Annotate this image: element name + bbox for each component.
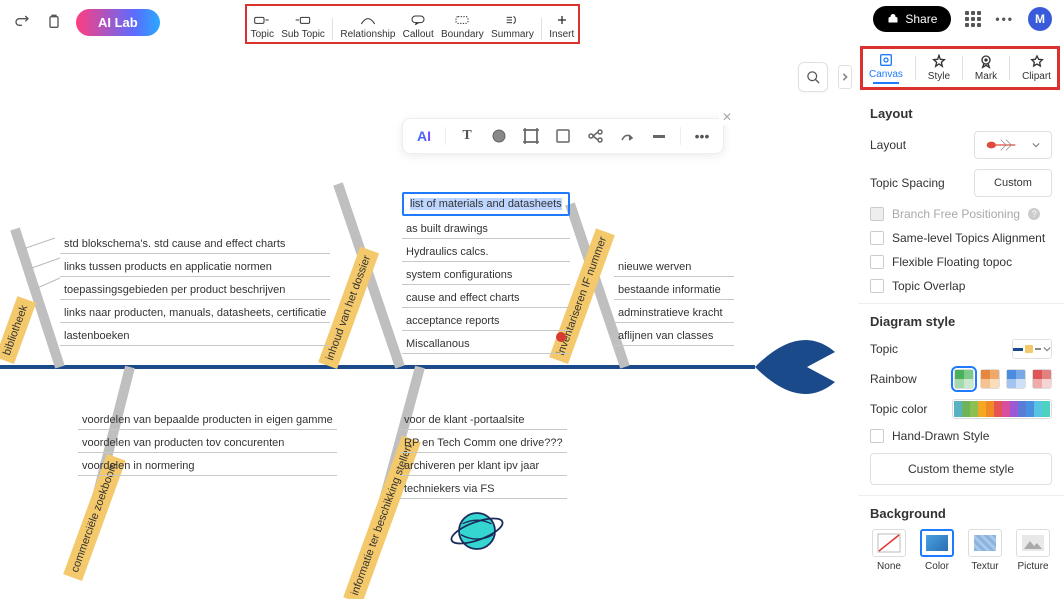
layout-select[interactable] <box>974 131 1052 159</box>
toolbar-relationship[interactable]: Relationship <box>340 13 395 40</box>
background-heading: Background <box>870 506 1052 521</box>
rainbow-option-2[interactable] <box>980 369 1000 389</box>
topic-list-commerciele: voordelen van bepaalde producten in eige… <box>78 412 337 476</box>
node-frame-button[interactable] <box>520 125 542 147</box>
main-toolbar: Topic Sub Topic Relationship Callout Bou… <box>245 4 580 44</box>
topic-item[interactable]: system configurations <box>402 267 570 285</box>
toolbar-subtopic[interactable]: Sub Topic <box>281 13 325 40</box>
more-icon[interactable]: ••• <box>995 12 1014 26</box>
topic-item[interactable]: voor de klant -portaalsite <box>400 412 567 430</box>
toolbar-topic[interactable]: Topic <box>251 13 274 40</box>
node-shape-button[interactable] <box>552 125 574 147</box>
hand-drawn-label: Hand-Drawn Style <box>892 429 989 443</box>
tab-clipart[interactable]: Clipart <box>1022 54 1051 82</box>
topic-item[interactable]: acceptance reports <box>402 313 570 331</box>
node-branch-button[interactable] <box>584 125 606 147</box>
topic-list-bibliotheek: std blokschema's. std cause and effect c… <box>60 236 330 346</box>
topic-item[interactable]: std blokschema's. std cause and effect c… <box>60 236 330 254</box>
topic-item[interactable]: nieuwe werven <box>614 259 734 277</box>
info-icon[interactable]: ? <box>1028 208 1040 220</box>
node-more-button[interactable]: ••• <box>691 125 713 147</box>
topic-color-palette[interactable] <box>952 399 1052 419</box>
node-text-button[interactable]: T <box>456 125 478 147</box>
toolbar-summary[interactable]: Summary <box>491 13 534 40</box>
toolbar-callout[interactable]: Callout <box>403 13 434 40</box>
flexible-checkbox[interactable] <box>870 255 884 269</box>
topic-item[interactable]: cause and effect charts <box>402 290 570 308</box>
topic-list-informatie: voor de klant -portaalsite RP en Tech Com… <box>400 412 567 499</box>
panel-tabbar: Canvas Style Mark Clipart <box>860 46 1060 90</box>
topic-item[interactable]: Hydraulics calcs. <box>402 244 570 262</box>
topic-item[interactable]: links naar producten, manuals, datasheet… <box>60 305 330 323</box>
node-context-toolbar: AI T ••• ✕ <box>402 118 724 154</box>
flexible-label: Flexible Floating topoc <box>892 255 1012 269</box>
diagram-style-heading: Diagram style <box>870 314 1052 329</box>
topic-list-inventariseren: nieuwe werven bestaande informatie adminst… <box>614 259 734 346</box>
topic-item[interactable]: links tussen products en applicatie norm… <box>60 259 330 277</box>
toolbar-boundary[interactable]: Boundary <box>441 13 484 40</box>
topic-item[interactable]: archiveren per klant ipv jaar <box>400 458 567 476</box>
header-right: Share ••• M <box>873 6 1052 32</box>
topic-item[interactable]: techniekers via FS <box>400 481 567 499</box>
topic-item[interactable]: voordelen van bepaalde producten in eige… <box>78 412 337 430</box>
layout-heading: Layout <box>870 106 1052 121</box>
node-line-button[interactable] <box>648 125 670 147</box>
branch-free-checkbox[interactable] <box>870 207 884 221</box>
clipboard-icon[interactable] <box>44 12 64 32</box>
topic-item[interactable]: Miscallanous <box>402 336 570 354</box>
topic-item[interactable]: bestaande informatie <box>614 282 734 300</box>
bg-option-none[interactable]: None <box>870 529 908 572</box>
toolbar-insert[interactable]: Insert <box>549 13 574 40</box>
branch-free-label: Branch Free Positioning <box>892 207 1020 221</box>
topic-item[interactable]: voordelen van producten tov concurenten <box>78 435 337 453</box>
same-level-label: Same-level Topics Alignment <box>892 231 1045 245</box>
rainbow-option-1[interactable] <box>954 369 974 389</box>
node-connector-button[interactable] <box>616 125 638 147</box>
topic-item[interactable]: voordelen in normering <box>78 458 337 476</box>
bg-option-picture[interactable]: Picture <box>1014 529 1052 572</box>
rainbow-option-4[interactable] <box>1032 369 1052 389</box>
topic-item[interactable]: lastenboeken <box>60 328 330 346</box>
topic-style-label: Topic <box>870 342 898 356</box>
topic-item[interactable]: toepassingsgebieden per product beschrij… <box>60 282 330 300</box>
share-button[interactable]: Share <box>873 6 951 32</box>
layout-label: Layout <box>870 138 906 152</box>
rainbow-option-3[interactable] <box>1006 369 1026 389</box>
header-left: AI Lab <box>12 9 160 36</box>
apps-icon[interactable] <box>965 11 981 27</box>
tab-mark[interactable]: Mark <box>975 54 997 82</box>
avatar[interactable]: M <box>1028 7 1052 31</box>
topic-color-label: Topic color <box>870 402 927 416</box>
hand-drawn-checkbox[interactable] <box>870 429 884 443</box>
topic-item[interactable]: as built drawings <box>402 221 570 239</box>
topic-item[interactable]: RP en Tech Comm one drive??? <box>400 435 567 453</box>
same-level-checkbox[interactable] <box>870 231 884 245</box>
ai-lab-button[interactable]: AI Lab <box>76 9 160 36</box>
custom-theme-button[interactable]: Custom theme style <box>870 453 1052 485</box>
tab-canvas[interactable]: Canvas <box>869 52 903 84</box>
redo-icon[interactable] <box>12 12 32 32</box>
tab-style[interactable]: Style <box>928 54 950 82</box>
topic-style-select[interactable] <box>1012 339 1052 359</box>
topic-item[interactable]: list of materials and datasheets <box>402 192 570 216</box>
topic-item[interactable]: aflijnen van classes <box>614 328 734 346</box>
overlap-checkbox[interactable] <box>870 279 884 293</box>
topic-spacing-label: Topic Spacing <box>870 176 945 190</box>
topic-item[interactable]: adminstratieve kracht <box>614 305 734 323</box>
node-ai-button[interactable]: AI <box>413 125 435 147</box>
bg-option-textur[interactable]: Textur <box>966 529 1004 572</box>
node-fill-button[interactable] <box>488 125 510 147</box>
topic-spacing-select[interactable]: Custom <box>974 169 1052 197</box>
overlap-label: Topic Overlap <box>892 279 965 293</box>
node-toolbar-close[interactable]: ✕ <box>719 109 735 125</box>
properties-panel: Layout Layout Topic Spacing Custom Branc… <box>858 92 1064 599</box>
bone-label-bibliotheek[interactable]: bibliotheek <box>0 296 36 364</box>
topic-list-inhoud: list of materials and datasheets as built… <box>402 192 570 354</box>
planet-clipart[interactable] <box>450 504 504 558</box>
rainbow-label: Rainbow <box>870 372 917 386</box>
bg-option-color[interactable]: Color <box>918 529 956 572</box>
